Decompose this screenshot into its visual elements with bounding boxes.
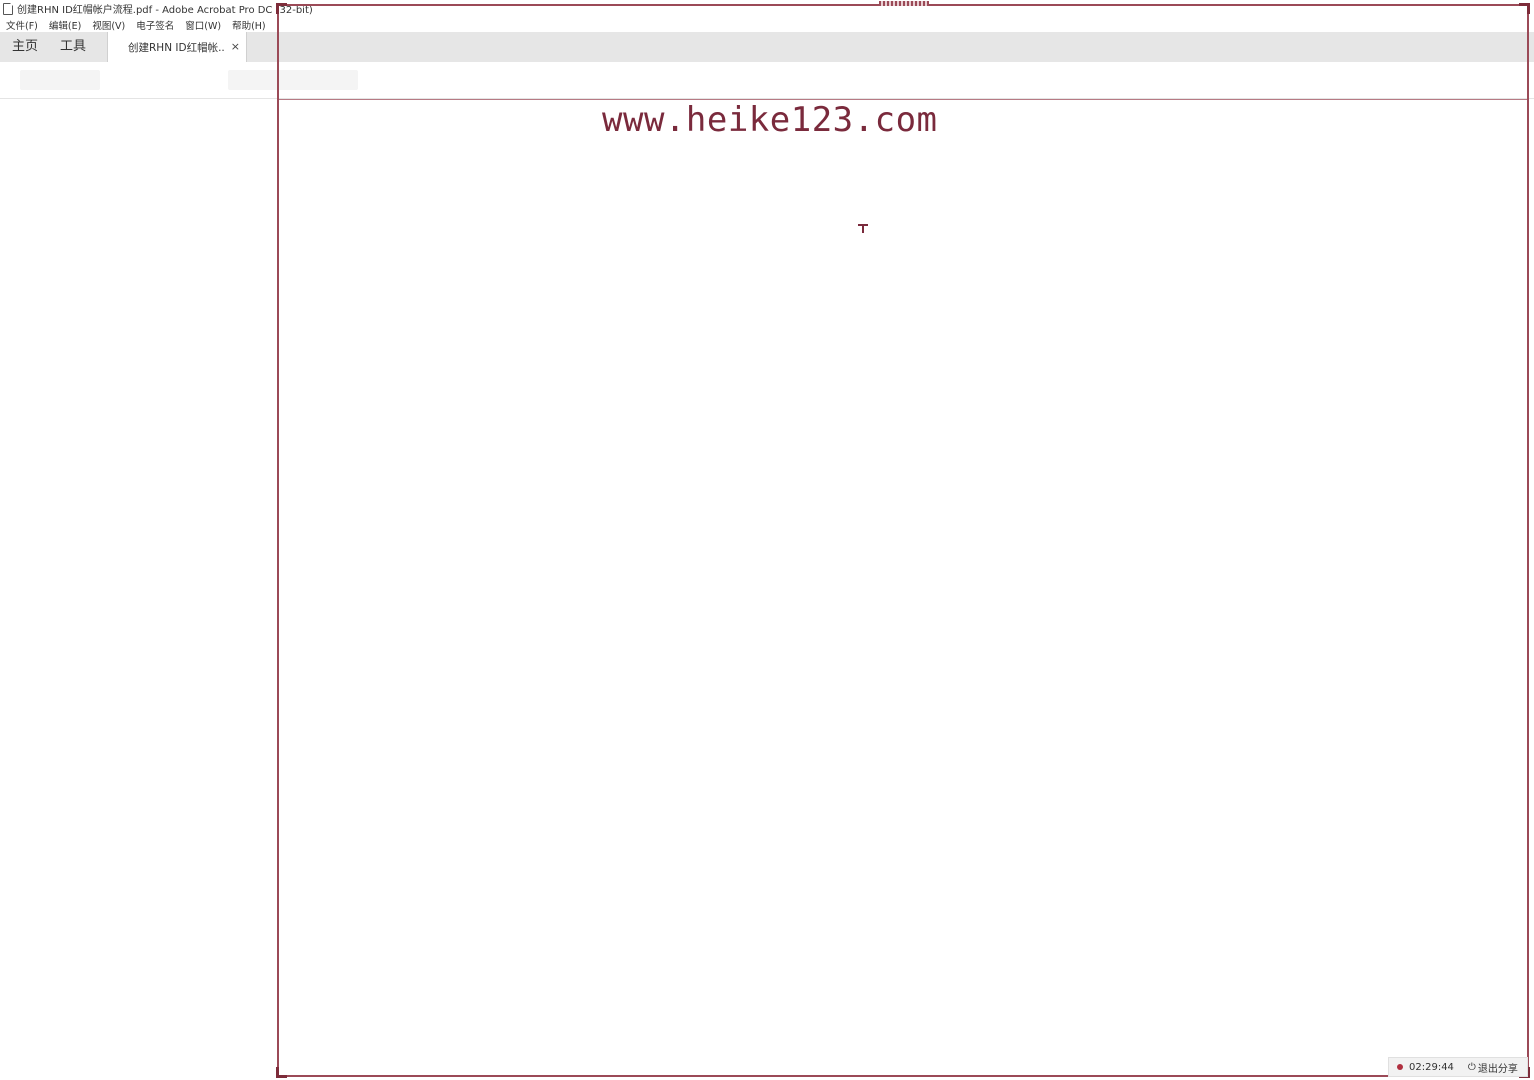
tab-tools[interactable]: 工具	[60, 32, 86, 62]
toolbar-ghost-block	[20, 70, 100, 90]
exit-share-button[interactable]: 退出分享	[1478, 1060, 1518, 1075]
recording-dot-icon	[1397, 1064, 1403, 1070]
menu-edit[interactable]: 编辑(E)	[43, 18, 86, 32]
menu-view[interactable]: 视图(V)	[86, 18, 130, 32]
tab-document[interactable]: 创建RHN ID红帽帐.. ×	[107, 32, 247, 62]
menu-window[interactable]: 窗口(W)	[179, 18, 226, 32]
mouse-cursor-icon	[858, 224, 868, 233]
share-frame-drag-handle[interactable]	[879, 1, 929, 6]
share-timer: 02:29:44	[1409, 1061, 1454, 1073]
tab-home[interactable]: 主页	[12, 32, 38, 62]
power-icon[interactable]: ⏻	[1468, 1062, 1476, 1073]
tab-document-label: 创建RHN ID红帽帐..	[128, 41, 225, 54]
window-title: 创建RHN ID红帽帐户流程.pdf - Adobe Acrobat Pro D…	[17, 5, 313, 16]
menu-file[interactable]: 文件(F)	[0, 18, 43, 32]
menu-help[interactable]: 帮助(H)	[226, 18, 271, 32]
close-icon[interactable]: ×	[231, 32, 240, 62]
navigation-pane	[0, 99, 277, 1080]
frame-corner	[1519, 3, 1530, 14]
share-status-bar: 02:29:44 ⏻ 退出分享	[1388, 1057, 1528, 1077]
screen-share-frame	[276, 1, 1530, 1078]
menu-e-sign[interactable]: 电子签名	[130, 18, 179, 32]
frame-corner	[276, 3, 287, 14]
watermark-text: www.heike123.com	[602, 100, 938, 140]
frame-corner	[276, 1067, 287, 1078]
pdf-file-icon	[3, 2, 13, 15]
